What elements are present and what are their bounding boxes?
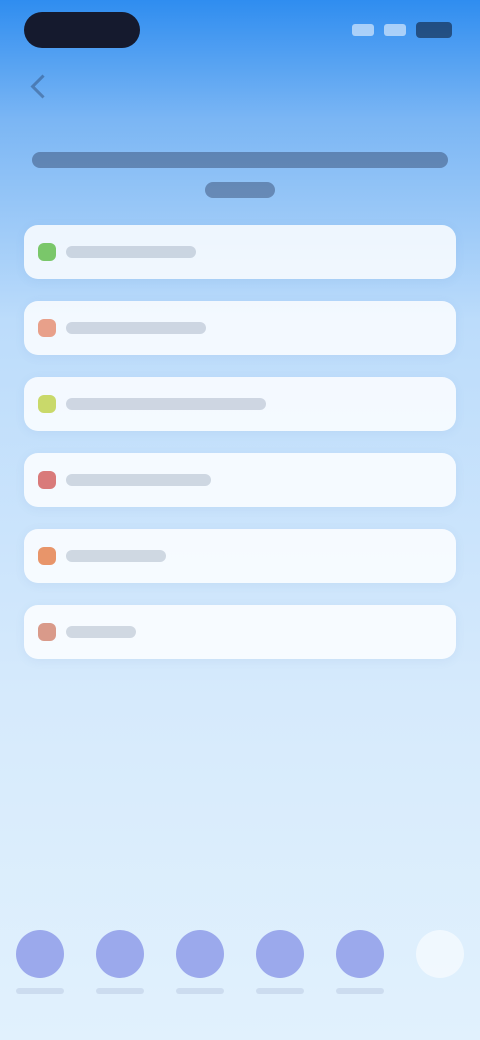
back-arrow-icon	[30, 74, 55, 99]
bottom-action-button[interactable]	[256, 930, 304, 978]
bottom-action-label	[256, 988, 304, 994]
back-button[interactable]	[26, 74, 72, 99]
options-list	[24, 225, 456, 681]
item-icon	[38, 547, 56, 565]
bottom-action-button[interactable]	[336, 930, 384, 978]
item-icon	[38, 395, 56, 413]
item-icon	[38, 319, 56, 337]
item-icon	[38, 243, 56, 261]
wifi-icon	[384, 24, 406, 36]
item-label	[66, 474, 211, 486]
item-label	[66, 322, 206, 334]
bottom-action-button[interactable]	[16, 930, 64, 978]
bottom-action-button[interactable]	[176, 930, 224, 978]
bottom-action-bar	[0, 930, 480, 994]
bottom-action-label	[336, 988, 384, 994]
bottom-action-button[interactable]	[96, 930, 144, 978]
bottom-action-label	[176, 988, 224, 994]
page-title	[32, 140, 448, 210]
list-item[interactable]	[24, 453, 456, 507]
list-item[interactable]	[24, 301, 456, 355]
bottom-action-label	[16, 988, 64, 994]
status-time	[24, 12, 140, 48]
battery-icon	[416, 22, 452, 38]
status-icons	[352, 22, 452, 38]
item-label	[66, 246, 196, 258]
bottom-action-label	[96, 988, 144, 994]
list-item[interactable]	[24, 377, 456, 431]
list-item[interactable]	[24, 529, 456, 583]
item-label	[66, 398, 266, 410]
item-label	[66, 626, 136, 638]
item-icon	[38, 623, 56, 641]
list-item[interactable]	[24, 605, 456, 659]
status-bar	[0, 0, 480, 60]
more-button[interactable]	[416, 930, 464, 978]
item-icon	[38, 471, 56, 489]
signal-icon	[352, 24, 374, 36]
list-item[interactable]	[24, 225, 456, 279]
item-label	[66, 550, 166, 562]
